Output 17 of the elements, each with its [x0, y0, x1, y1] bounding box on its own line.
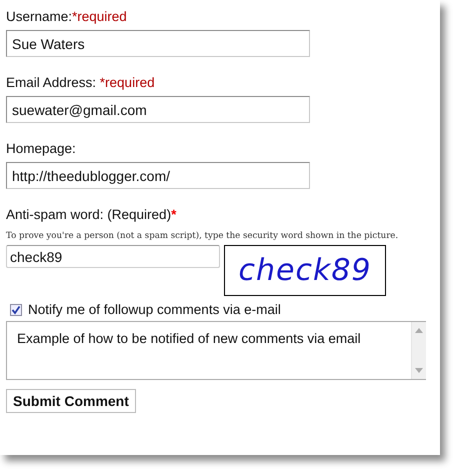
field-label: Anti-spam word: (Required)* [6, 206, 178, 224]
scroll-down-icon[interactable] [415, 368, 423, 373]
scroll-up-icon[interactable] [415, 328, 423, 333]
notify-checkbox[interactable] [10, 304, 22, 316]
text-field[interactable]: http://theedublogger.com/ [6, 162, 310, 189]
antispam-field[interactable]: check89 [6, 245, 220, 268]
text-field[interactable]: suewater@gmail.com [6, 96, 310, 123]
field-label: Email Address: *required [6, 74, 156, 92]
hint-text: To prove you're a person (not a spam script), type the security word shown in the picture. [6, 231, 400, 241]
field-label: Homepage: [6, 140, 77, 158]
comment-textarea[interactable]: Example of how to be notified of new comments via email [6, 321, 426, 380]
submit-button[interactable]: Submit Comment [6, 389, 136, 413]
text-field[interactable]: Sue Waters [6, 30, 310, 57]
checkbox-label: Notify me of followup comments via e-mail [28, 302, 281, 317]
field-label: Username:*required [6, 8, 128, 26]
scrollbar[interactable] [411, 322, 426, 379]
captcha-image: check89 [224, 245, 386, 296]
